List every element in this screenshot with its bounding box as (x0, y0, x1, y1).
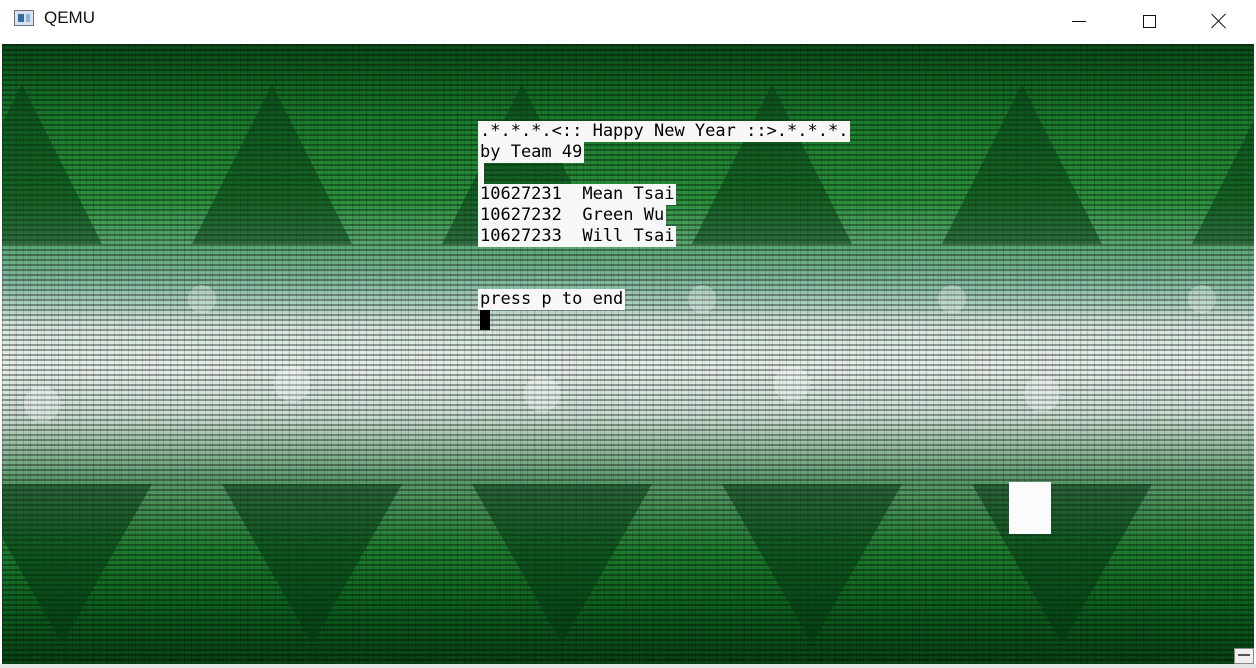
white-block (1009, 482, 1051, 534)
resize-grip-icon[interactable] (1234, 648, 1254, 664)
maximize-button[interactable] (1114, 0, 1184, 42)
prompt-text: press p to end (478, 289, 626, 310)
blank-line (478, 163, 484, 184)
window-title: QEMU (44, 8, 95, 27)
close-icon (1211, 13, 1227, 29)
title-bar[interactable]: QEMU (0, 0, 1256, 42)
banner-text: .*.*.*.<:: Happy New Year ::>.*.*.*. (478, 121, 851, 142)
emulator-screen[interactable]: .*.*.*.<:: Happy New Year ::>.*.*.*. by … (2, 44, 1254, 664)
maximize-icon (1142, 14, 1156, 28)
minimize-icon (1072, 20, 1086, 22)
member-line: 10627233 Will Tsai (478, 226, 677, 247)
member-line: 10627232 Green Wu (478, 205, 667, 226)
qemu-app-icon (14, 10, 34, 26)
member-line: 10627231 Mean Tsai (478, 184, 677, 205)
minimize-button[interactable] (1044, 0, 1114, 42)
status-bar (0, 664, 1256, 668)
byline-text: by Team 49 (478, 142, 585, 163)
text-cursor (480, 310, 490, 330)
qemu-window: QEMU .*.*.*.<:: Happy New Year::>.*.*.*… (0, 0, 1256, 668)
close-button[interactable] (1184, 0, 1254, 42)
